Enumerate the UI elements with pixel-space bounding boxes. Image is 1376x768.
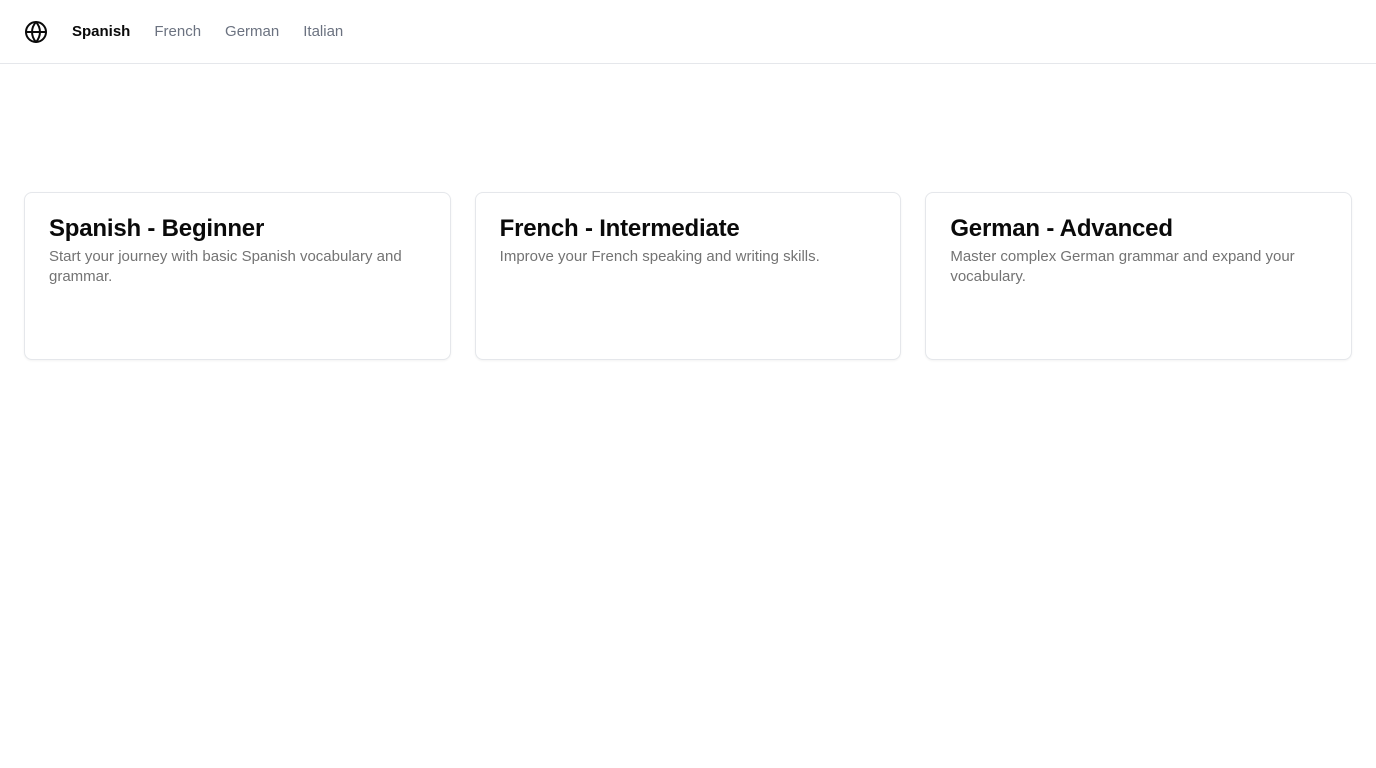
course-description: Master complex German grammar and expand… [950, 248, 1295, 285]
course-title: Spanish - Beginner [49, 215, 265, 242]
top-navigation-bar: Spanish French German Italian [0, 0, 1376, 64]
nav-link-spanish[interactable]: Spanish [72, 22, 130, 42]
course-card-list: Spanish - Beginner Start your journey wi… [24, 192, 1353, 360]
nav-link-german[interactable]: German [225, 22, 279, 42]
globe-icon[interactable] [24, 20, 48, 44]
nav-link-italian[interactable]: Italian [303, 22, 343, 42]
course-card-german-advanced[interactable]: German - Advanced Master complex German … [925, 192, 1353, 360]
language-nav: Spanish French German Italian [72, 22, 343, 42]
course-description: Improve your French speaking and writing… [499, 248, 820, 265]
course-card-french-intermediate[interactable]: French - Intermediate Improve your Frenc… [474, 192, 902, 360]
course-card-spanish-beginner[interactable]: Spanish - Beginner Start your journey wi… [24, 192, 451, 360]
course-title: German - Advanced [950, 215, 1173, 242]
nav-link-french[interactable]: French [154, 22, 201, 42]
course-description: Start your journey with basic Spanish vo… [49, 248, 402, 285]
course-title: French - Intermediate [499, 215, 740, 242]
